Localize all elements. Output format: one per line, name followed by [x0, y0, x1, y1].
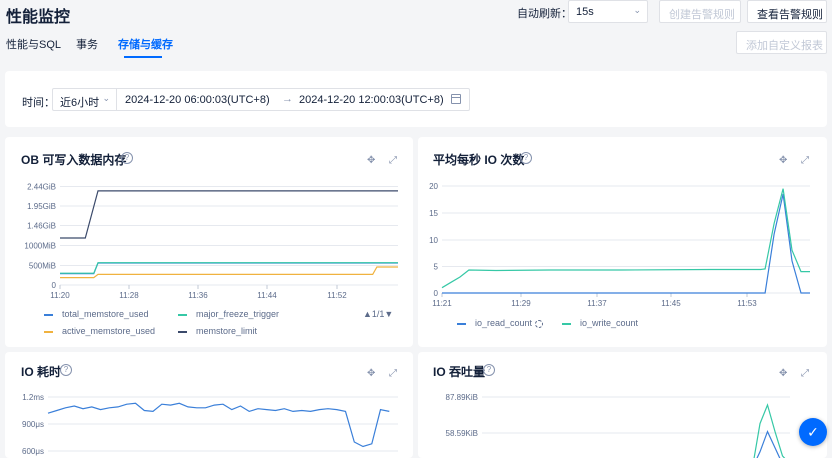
series-line-major_freeze_trigger — [60, 262, 398, 274]
help-assistant-button[interactable]: ✓ — [799, 418, 827, 446]
x-tick-label: 11:29 — [511, 299, 531, 308]
active-tab-indicator — [124, 56, 162, 58]
expand-icon[interactable]: ⤢ — [389, 155, 397, 166]
tab-performance-sql[interactable]: 性能与SQL — [6, 36, 61, 52]
time-preset-value: 近6小时 — [60, 97, 100, 109]
legend-pager[interactable]: ▲1/1▼ — [363, 309, 393, 319]
end-time-input[interactable]: 2024-12-20 12:00:03(UTC+8) — [299, 94, 444, 106]
add-custom-report-button[interactable]: 添加自定义报表 — [736, 31, 827, 54]
x-tick-label: 11:28 — [119, 291, 139, 300]
drag-icon[interactable]: ✥ — [367, 368, 375, 379]
series-line-total_memstore_used — [60, 262, 398, 275]
x-tick-label: 11:53 — [737, 299, 757, 308]
y-tick-label: 900μs — [22, 420, 44, 429]
y-tick-label: 2.44GiB — [27, 183, 56, 192]
legend-item[interactable]: major_freeze_trigger — [178, 309, 279, 319]
drag-icon[interactable]: ✥ — [779, 155, 787, 166]
memstore-panel-title: OB 可写入数据内存 — [21, 153, 127, 167]
y-tick-label: 500MiB — [29, 262, 56, 271]
help-icon[interactable]: ? — [121, 152, 133, 164]
y-tick-label: 5 — [434, 263, 439, 272]
expand-icon[interactable]: ⤢ — [389, 368, 397, 379]
legend-swatch — [562, 322, 571, 325]
loading-icon — [534, 319, 543, 328]
legend-swatch — [44, 330, 53, 333]
series-line-io_throughput_read — [756, 430, 781, 458]
series-line-io_write_count — [441, 188, 810, 289]
time-range-picker[interactable]: 近6小时 ⌄ 2024-12-20 06:00:03(UTC+8) → 2024… — [52, 88, 470, 111]
legend-swatch — [178, 313, 187, 316]
io-throughput-chart: 58.59KiB 87.89KiB — [446, 393, 790, 458]
create-alert-rule-button[interactable]: 创建告警规则 — [659, 0, 741, 23]
expand-icon[interactable]: ⤢ — [801, 368, 809, 379]
series-line-io_read_count — [442, 193, 810, 294]
y-tick-label: 1.95GiB — [27, 202, 56, 211]
help-icon[interactable]: ? — [60, 364, 72, 376]
calendar-icon[interactable] — [451, 94, 461, 104]
y-tick-label: 10 — [429, 236, 438, 245]
top-bar: 性能监控 自动刷新： 15s ⌄ 创建告警规则 查看告警规则 添加自定义报表 性… — [0, 0, 832, 66]
help-icon[interactable]: ? — [483, 364, 495, 376]
io-throughput-panel-title: IO 吞吐量 — [433, 365, 486, 379]
y-tick-label: 15 — [429, 209, 438, 218]
x-tick-label: 11:37 — [587, 299, 607, 308]
series-line-io_throughput_write — [753, 403, 786, 458]
legend-item[interactable]: io_read_count — [457, 318, 543, 328]
legend-item[interactable]: memstore_limit — [178, 326, 257, 336]
x-tick-label: 11:21 — [432, 299, 452, 308]
legend-item[interactable]: total_memstore_used — [44, 309, 149, 319]
series-line-memstore_limit — [60, 190, 398, 239]
iops-chart: 0 5 10 15 20 11:21 11:29 11:37 11:45 11:53 — [429, 182, 810, 308]
x-tick-label: 11:36 — [188, 291, 208, 300]
expand-icon[interactable]: ⤢ — [801, 155, 809, 166]
series-line-io_time — [47, 402, 390, 448]
chevron-down-icon: ⌄ — [102, 93, 110, 103]
y-tick-label: 1000MiB — [24, 242, 56, 251]
series-line-active_memstore_used — [60, 266, 398, 279]
x-tick-label: 11:52 — [327, 291, 347, 300]
x-tick-label: 11:45 — [661, 299, 681, 308]
legend-swatch — [178, 330, 187, 333]
io-time-panel-title: IO 耗时 — [21, 365, 62, 379]
start-time-input[interactable]: 2024-12-20 06:00:03(UTC+8) — [125, 94, 270, 106]
refresh-interval-select[interactable]: 15s ⌄ — [568, 0, 648, 23]
x-tick-label: 11:20 — [50, 291, 70, 300]
chevron-down-icon: ⌄ — [633, 5, 641, 15]
help-icon[interactable]: ? — [520, 152, 532, 164]
time-preset-select[interactable]: 近6小时 ⌄ — [53, 89, 117, 110]
x-tick-label: 11:44 — [257, 291, 277, 300]
legend-swatch — [457, 322, 466, 325]
memstore-chart: 0 500MiB 1000MiB 1.46GiB 1.95GiB 2.44GiB 11:20… — [24, 183, 398, 300]
legend-item[interactable]: io_write_count — [562, 318, 638, 328]
drag-icon[interactable]: ✥ — [367, 155, 375, 166]
refresh-interval-value: 15s — [576, 6, 594, 18]
y-tick-label: 0 — [52, 281, 57, 290]
view-alert-rules-button[interactable]: 查看告警规则 — [747, 0, 827, 23]
y-tick-label: 20 — [429, 182, 438, 191]
page-title: 性能监控 — [6, 9, 71, 26]
tab-transactions[interactable]: 事务 — [76, 36, 98, 52]
drag-icon[interactable]: ✥ — [779, 368, 787, 379]
arrow-right-icon: → — [282, 93, 293, 105]
legend-item[interactable]: active_memstore_used — [44, 326, 155, 336]
y-tick-label: 1.46GiB — [27, 222, 56, 231]
y-tick-label: 0 — [434, 289, 439, 298]
tab-storage-cache[interactable]: 存储与缓存 — [118, 36, 173, 52]
y-tick-label: 58.59KiB — [446, 429, 478, 438]
y-tick-label: 1.2ms — [22, 393, 44, 402]
legend-swatch — [44, 313, 53, 316]
auto-refresh-label: 自动刷新： — [517, 8, 572, 20]
iops-panel-title: 平均每秒 IO 次数 — [433, 153, 525, 167]
io-time-chart: 600μs 900μs 1.2ms — [22, 393, 398, 456]
y-tick-label: 600μs — [22, 447, 44, 456]
y-tick-label: 87.89KiB — [446, 393, 478, 402]
time-label: 时间： — [22, 97, 55, 109]
